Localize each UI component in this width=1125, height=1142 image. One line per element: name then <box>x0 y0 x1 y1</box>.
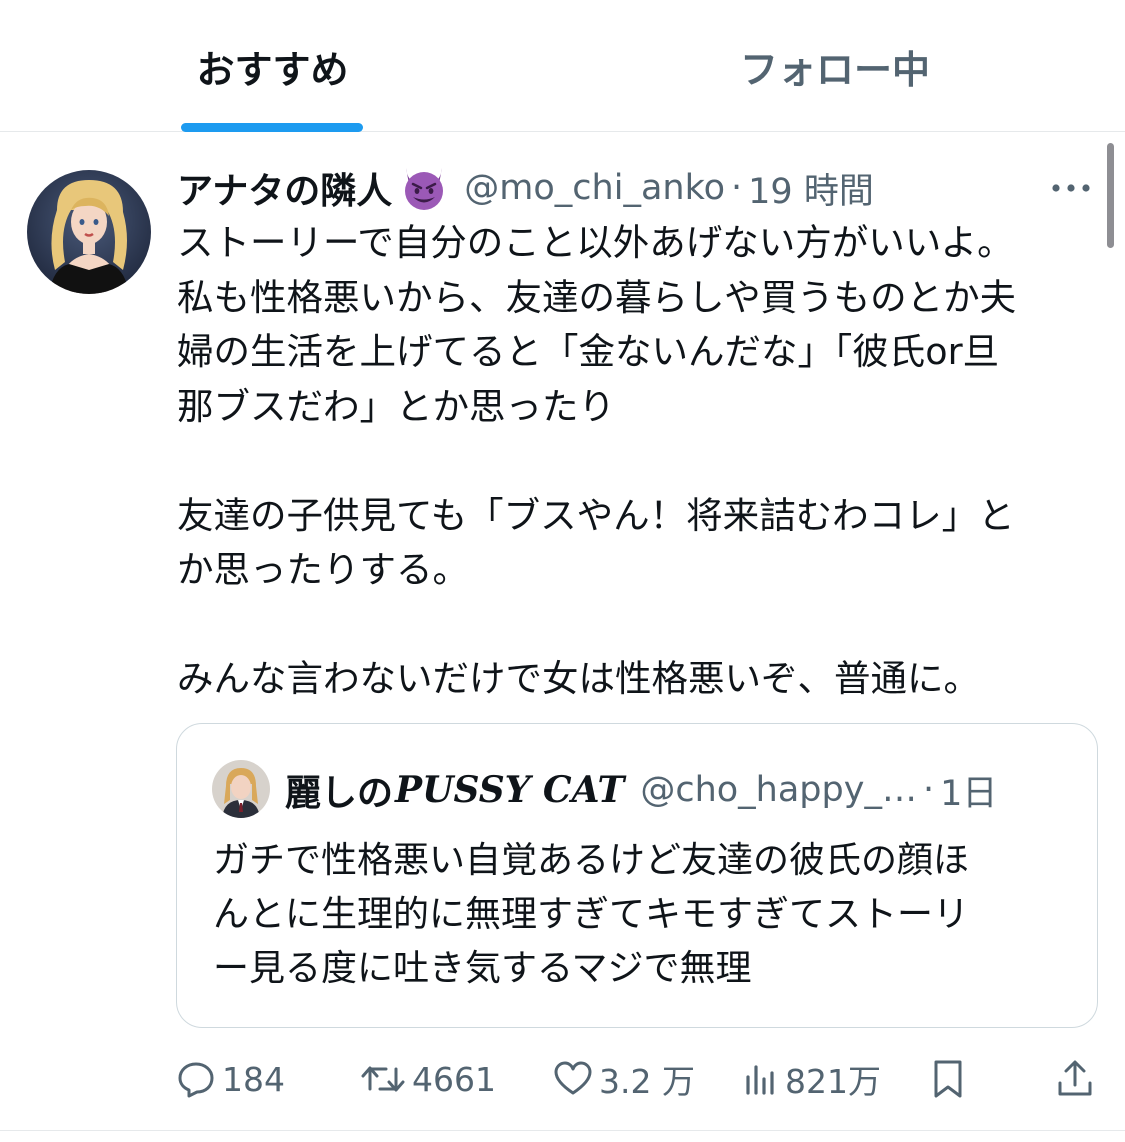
share-button[interactable] <box>1055 1048 1095 1110</box>
views-button[interactable]: 821万 <box>743 1048 881 1110</box>
like-button[interactable]: 3.2 万 <box>553 1048 695 1110</box>
like-count: 3.2 万 <box>599 1062 695 1101</box>
views-chart-icon <box>743 1059 779 1099</box>
divider <box>0 1130 1125 1131</box>
quote-timestamp[interactable]: 1日 <box>940 765 997 816</box>
tweet-line: 私も性格悪いから、友達の暮らしや買うものとか夫 <box>177 275 1017 319</box>
quote-display-name[interactable]: 麗しの <box>285 764 393 816</box>
action-bar: 184 4661 3.2 万 821万 <box>0 1048 1125 1110</box>
quote-handle[interactable]: @cho_happy_… <box>640 770 917 810</box>
reply-button[interactable]: 184 <box>176 1048 285 1110</box>
tweet-line: 那ブスだわ」とか思ったり <box>177 384 615 428</box>
tweet-line: か思ったりする。 <box>177 548 469 591</box>
more-options-icon[interactable] <box>1048 170 1094 206</box>
active-tab-indicator <box>181 123 363 132</box>
tweet-line: 友達の子供見ても「ブスやん！将来詰むわコレ」と <box>177 493 1015 537</box>
scrollbar[interactable] <box>1107 143 1114 248</box>
share-icon <box>1055 1057 1095 1101</box>
repost-button[interactable]: 4661 <box>360 1048 496 1110</box>
quote-avatar-image <box>212 760 270 818</box>
smiling-imp-icon <box>398 162 450 214</box>
views-count: 821万 <box>785 1062 881 1101</box>
tweet-line-blank <box>177 598 1097 653</box>
display-name[interactable]: アナタの隣人 <box>177 162 392 214</box>
reply-count: 184 <box>222 1059 285 1099</box>
repost-count: 4661 <box>412 1059 496 1099</box>
avatar[interactable] <box>27 170 151 294</box>
tweet-text: ストーリーで自分のこと以外あげない方がいいよ。 私も性格悪いから、友達の暮らしや… <box>177 216 1097 707</box>
tab-recommended[interactable]: おすすめ <box>0 0 545 132</box>
reply-icon <box>176 1059 216 1099</box>
tweet-header: アナタの隣人 @mo_chi_anko · 19 時間 <box>177 160 874 216</box>
tweet-line-blank <box>177 434 1097 489</box>
bookmark-icon <box>928 1057 968 1101</box>
handle[interactable]: @mo_chi_anko <box>464 168 725 208</box>
quote-avatar[interactable] <box>212 760 270 818</box>
quote-line: ー見る度に吐き気するマジで無理 <box>213 948 752 989</box>
quote-line: ガチで性格悪い自覚あるけど友達の彼氏の顔ほ <box>213 840 970 881</box>
quote-line: んとに生理的に無理すぎてキモすぎてストーリ <box>213 894 970 935</box>
bookmark-button[interactable] <box>928 1048 968 1110</box>
tweet-line: 婦の生活を上げてると「金ないんだな」「彼氏or旦 <box>177 330 1000 373</box>
quote-display-name-stylized[interactable]: PUSSY CAT <box>395 769 624 811</box>
tab-recommended-label: おすすめ <box>196 47 349 92</box>
tab-following-label: フォロー中 <box>739 47 930 92</box>
avatar-image <box>27 170 151 294</box>
tweet-line: みんな言わないだけで女は性格悪いぞ、普通に。 <box>177 657 980 700</box>
quote-text: ガチで性格悪い自覚あるけど友達の彼氏の顔ほ んとに生理的に無理すぎてキモすぎてス… <box>213 834 1073 996</box>
tweet-line: ストーリーで自分のこと以外あげない方がいいよ。 <box>177 221 1014 264</box>
quoted-tweet[interactable]: 麗しの PUSSY CAT @cho_happy_… · 1日 ガチで性格悪い自… <box>176 723 1098 1028</box>
timeline-tabs: おすすめ フォロー中 <box>0 0 1125 132</box>
timestamp[interactable]: 19 時間 <box>748 163 874 214</box>
heart-icon <box>553 1059 593 1099</box>
tab-following[interactable]: フォロー中 <box>545 0 1125 132</box>
quote-separator-dot: · <box>922 770 935 810</box>
separator-dot: · <box>731 168 743 208</box>
quote-header: 麗しの PUSSY CAT @cho_happy_… · 1日 <box>285 762 997 818</box>
repost-icon <box>360 1059 406 1099</box>
